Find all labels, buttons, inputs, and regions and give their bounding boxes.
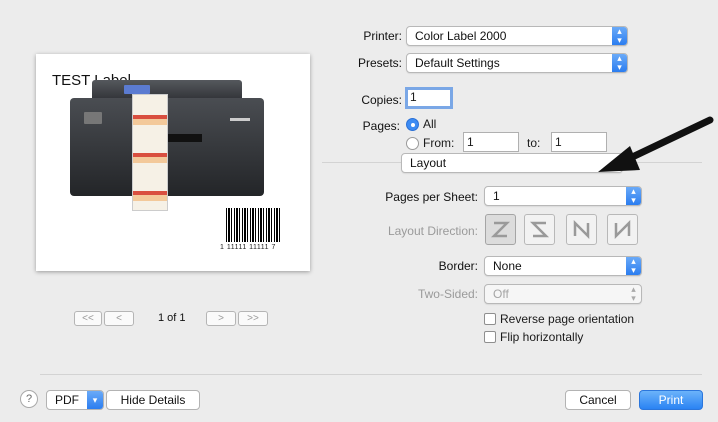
first-page-button[interactable]: <<: [74, 311, 102, 326]
hide-details-button[interactable]: Hide Details: [106, 390, 200, 410]
presets-popup[interactable]: Default Settings ▴ ▾: [406, 53, 628, 73]
pages-from-radio[interactable]: [406, 137, 419, 150]
layout-direction-reverse-z-button[interactable]: [524, 214, 555, 245]
layout-direction-reverse-n-button[interactable]: [607, 214, 638, 245]
popup-arrows-icon: ▴ ▾: [612, 27, 627, 45]
copies-field[interactable]: 1: [405, 87, 453, 109]
label-roll-image: [132, 94, 168, 211]
printer-value: Color Label 2000: [415, 29, 507, 43]
popup-arrows-icon: ▴ ▾: [626, 257, 641, 275]
cancel-button[interactable]: Cancel: [565, 390, 631, 410]
pages-from-field[interactable]: 1: [463, 132, 519, 152]
pages-per-sheet-popup[interactable]: 1 ▴ ▾: [484, 186, 642, 206]
last-page-button[interactable]: >>: [238, 311, 268, 326]
popup-arrows-icon: ▴ ▾: [626, 187, 641, 205]
printer-logo: [230, 118, 250, 121]
footer-divider: [40, 374, 702, 375]
two-sided-value: Off: [493, 287, 509, 301]
reverse-n-icon: [614, 219, 631, 240]
flip-horizontally-label: Flip horizontally: [500, 330, 584, 344]
annotation-arrow: [598, 116, 714, 172]
printer-popup[interactable]: Color Label 2000 ▴ ▾: [406, 26, 628, 46]
presets-value: Default Settings: [415, 56, 500, 70]
two-sided-label: Two-Sided:: [417, 287, 478, 301]
barcode-digits: 1 11111 11111 7: [220, 244, 276, 251]
pages-all-radio[interactable]: [406, 118, 419, 131]
pages-from-label: From:: [423, 136, 455, 150]
printer-label: Printer:: [363, 29, 402, 43]
border-popup[interactable]: None ▴ ▾: [484, 256, 642, 276]
reverse-orientation-checkbox[interactable]: [484, 313, 496, 325]
popup-arrows-icon: ▴ ▾: [631, 284, 636, 303]
section-value: Layout: [410, 156, 447, 170]
pages-all-label: All: [423, 117, 437, 131]
printer-screen: [124, 85, 150, 94]
printer-panel: [84, 112, 102, 124]
border-value: None: [493, 259, 522, 273]
popup-arrows-icon: ▴ ▾: [612, 54, 627, 72]
reverse-z-icon: [529, 221, 550, 238]
chevron-down-icon: ▾: [87, 391, 103, 409]
pages-to-label: to:: [527, 136, 541, 150]
pages-per-sheet-value: 1: [493, 189, 500, 203]
n-down-icon: [573, 219, 590, 240]
border-label: Border:: [438, 259, 478, 273]
pages-per-sheet-label: Pages per Sheet:: [385, 190, 478, 204]
flip-horizontally-checkbox[interactable]: [484, 331, 496, 343]
print-preview: TEST Label 1 11111 11111 7: [36, 54, 310, 271]
presets-label: Presets:: [357, 56, 402, 70]
printer-slot: [162, 134, 202, 142]
page-indicator: 1 of 1: [158, 312, 186, 324]
print-button[interactable]: Print: [639, 390, 703, 410]
layout-direction-n-button[interactable]: [566, 214, 597, 245]
pdf-label: PDF: [55, 393, 79, 407]
reverse-orientation-label: Reverse page orientation: [500, 312, 635, 326]
pages-label: Pages:: [362, 119, 400, 133]
barcode-image: [226, 208, 280, 242]
next-page-button[interactable]: >: [206, 311, 236, 326]
two-sided-popup: Off ▴ ▾: [484, 284, 642, 304]
pdf-menu-button[interactable]: PDF ▾: [46, 390, 104, 410]
copies-label: Copies:: [361, 93, 402, 107]
layout-direction-z-button[interactable]: [485, 214, 516, 245]
help-button[interactable]: ?: [20, 390, 38, 408]
z-icon: [490, 221, 511, 238]
layout-direction-label: Layout Direction:: [387, 224, 478, 238]
previous-page-button[interactable]: <: [104, 311, 134, 326]
